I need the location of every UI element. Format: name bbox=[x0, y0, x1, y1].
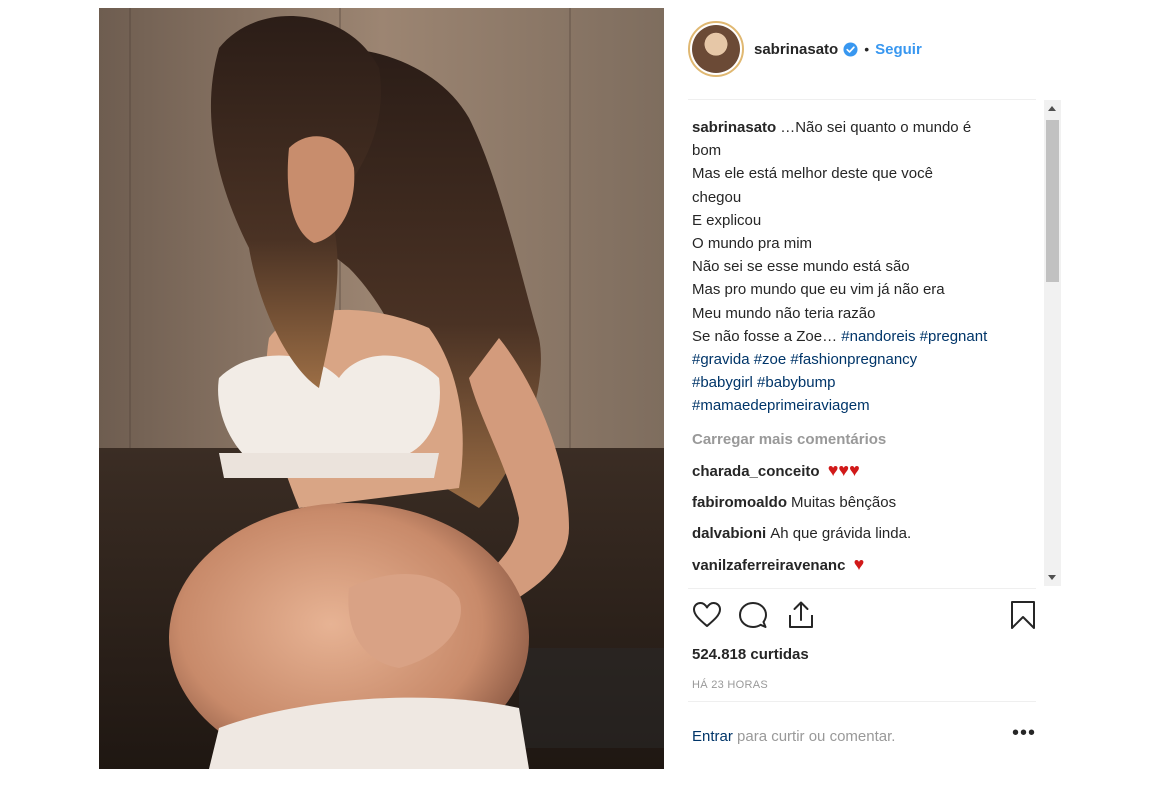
login-prompt: Entrar para curtir ou comentar. ••• bbox=[692, 722, 1036, 745]
caption-line: Mas pro mundo que eu vim já não era bbox=[692, 281, 945, 299]
hashtag-link[interactable]: #fashionpregnancy bbox=[790, 351, 917, 368]
comments-scrollbar[interactable] bbox=[1044, 100, 1061, 586]
caption-line: bom bbox=[692, 142, 722, 160]
login-link[interactable]: Entrar bbox=[692, 728, 733, 745]
caption-line: E explicou bbox=[692, 211, 762, 229]
hashtag-link[interactable]: #mamaedeprimeiraviagem bbox=[692, 397, 870, 414]
caption-line: Meu mundo não teria razão bbox=[692, 304, 876, 322]
post-header: sabrinasato • Seguir bbox=[688, 19, 922, 79]
share-upload-icon[interactable] bbox=[786, 600, 816, 630]
caption-line: Mas ele está melhor deste que você bbox=[692, 165, 933, 183]
verified-badge-icon bbox=[843, 41, 858, 57]
caption-username[interactable]: sabrinasato bbox=[692, 119, 776, 136]
comment-item: vanilzaferreiravenanc ♥ bbox=[692, 553, 1032, 577]
comment-username[interactable]: dalvabioni bbox=[692, 525, 766, 542]
comment-item: charada_conceito ♥♥♥ bbox=[692, 459, 1032, 483]
hashtag-link[interactable]: #gravida bbox=[692, 351, 750, 368]
caption: sabrinasato …Não sei quanto o mundo é bom… bbox=[692, 116, 1032, 418]
hashtag-link[interactable]: #babygirl bbox=[692, 374, 753, 391]
hashtag-link[interactable]: #babybump bbox=[757, 374, 835, 391]
hashtag-link[interactable]: #zoe bbox=[754, 351, 787, 368]
avatar[interactable] bbox=[688, 21, 744, 77]
comments-list[interactable]: sabrinasato …Não sei quanto o mundo é bom… bbox=[692, 116, 1032, 586]
comment-username[interactable]: vanilzaferreiravenanc bbox=[692, 557, 845, 574]
comment-item: dalvabioni Ah que grávida linda. bbox=[692, 522, 1032, 545]
caption-line: #babygirl #babybump bbox=[692, 371, 1032, 394]
comment-username[interactable]: charada_conceito bbox=[692, 463, 820, 480]
heart-outline-icon[interactable] bbox=[692, 600, 722, 630]
footer-divider bbox=[688, 701, 1036, 702]
pregnancy-photo-illustration bbox=[99, 8, 664, 769]
caption-line: #gravida #zoe #fashionpregnancy bbox=[692, 348, 1032, 371]
load-more-comments-button[interactable]: Carregar mais comentários bbox=[692, 428, 1032, 451]
follow-button[interactable]: Seguir bbox=[875, 41, 922, 58]
avatar-image bbox=[692, 25, 740, 73]
header-username[interactable]: sabrinasato bbox=[754, 41, 838, 58]
comments-divider bbox=[688, 588, 1036, 589]
caption-line: Se não fosse a Zoe… #nandoreis #pregnant bbox=[692, 327, 988, 345]
heart-emoji-icon: ♥ bbox=[853, 554, 865, 575]
action-bar bbox=[692, 600, 1036, 632]
comment-bubble-icon[interactable] bbox=[738, 600, 768, 630]
comment-item: fabiromoaldo Muitas bênçãos bbox=[692, 491, 1032, 514]
header-divider bbox=[688, 99, 1036, 100]
scroll-down-arrow-icon[interactable] bbox=[1048, 575, 1056, 580]
hashtag-link[interactable]: #nandoreis bbox=[841, 328, 915, 345]
hashtag-link[interactable]: #pregnant bbox=[920, 328, 988, 345]
more-options-icon[interactable]: ••• bbox=[1012, 722, 1036, 745]
bookmark-icon[interactable] bbox=[1008, 600, 1038, 630]
scroll-up-arrow-icon[interactable] bbox=[1048, 106, 1056, 111]
likes-count[interactable]: 524.818 curtidas bbox=[692, 646, 809, 663]
caption-line: chegou bbox=[692, 188, 742, 206]
caption-line: sabrinasato …Não sei quanto o mundo é bbox=[692, 119, 972, 136]
scrollbar-thumb[interactable] bbox=[1046, 120, 1059, 282]
header-separator: • bbox=[864, 41, 870, 57]
comment-text: Muitas bênçãos bbox=[791, 494, 897, 512]
caption-line: Não sei se esse mundo está são bbox=[692, 258, 910, 276]
post-timestamp[interactable]: HÁ 23 HORAS bbox=[692, 679, 768, 691]
caption-line: #mamaedeprimeiraviagem bbox=[692, 394, 1032, 417]
post-photo[interactable] bbox=[99, 8, 664, 769]
caption-line: O mundo pra mim bbox=[692, 235, 813, 253]
comment-username[interactable]: fabiromoaldo bbox=[692, 494, 787, 511]
login-prompt-text: para curtir ou comentar. bbox=[732, 728, 896, 745]
post-details-panel: sabrinasato • Seguir sabrinasato …Não sei… bbox=[664, 8, 1061, 769]
comment-text: Ah que grávida linda. bbox=[770, 525, 912, 543]
heart-emoji-icon: ♥♥♥ bbox=[827, 459, 860, 480]
